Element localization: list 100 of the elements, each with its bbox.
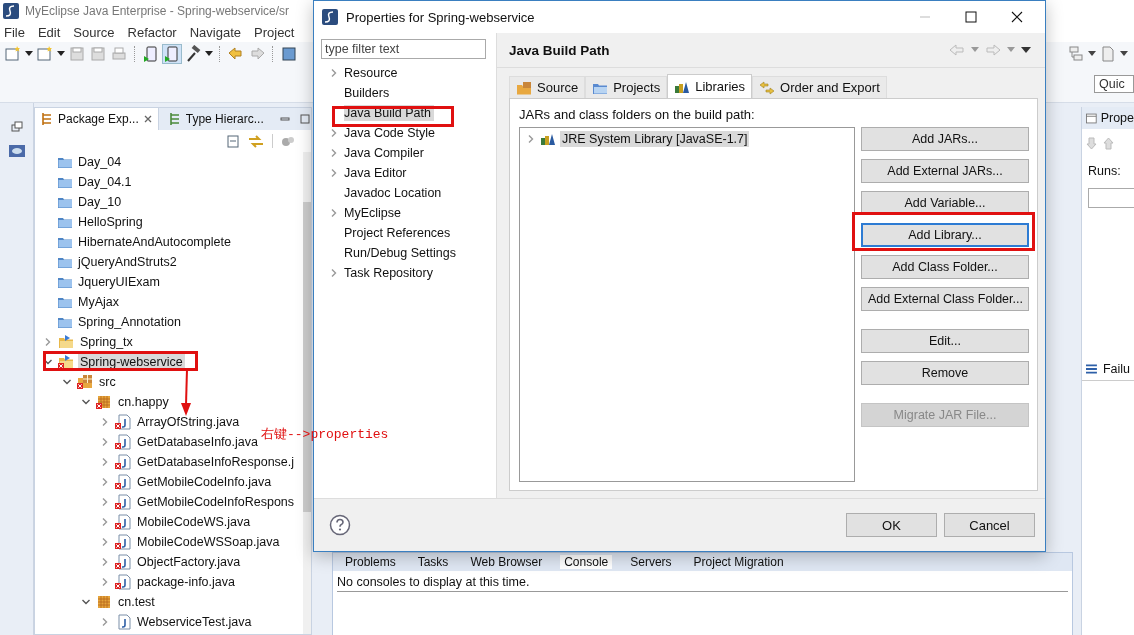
category-item[interactable]: MyEclipse (344, 205, 404, 221)
tree-item[interactable]: GetDatabaseInfoResponse.j (135, 454, 297, 470)
tree-item[interactable]: MobileCodeWS.java (135, 514, 253, 530)
expand-chevron-icon[interactable] (100, 437, 110, 447)
dialog-button[interactable]: OK (846, 513, 937, 537)
menu-item[interactable]: Navigate (189, 24, 241, 40)
expand-chevron-icon[interactable] (100, 617, 110, 627)
page-tab[interactable]: Projects (585, 76, 668, 98)
dropdown-caret-icon[interactable] (205, 51, 213, 57)
tree-item[interactable]: JqueryUIExam (76, 274, 162, 290)
view-tab[interactable]: Web Browser (466, 555, 547, 569)
dropdown-caret-icon[interactable] (1088, 51, 1096, 57)
collapse-chevron-icon[interactable] (62, 377, 72, 387)
tree-item[interactable]: Spring_tx (78, 334, 135, 350)
action-button[interactable]: Add Class Folder... (861, 255, 1029, 279)
menu-item[interactable]: Source (73, 24, 115, 40)
view-tab[interactable]: Console (560, 555, 613, 569)
tree-item[interactable]: GetMobileCodeInfo.java (135, 474, 274, 490)
category-item[interactable]: Resource (344, 65, 401, 81)
tree-item[interactable]: GetMobileCodeInfoRespons (135, 494, 297, 510)
tree-item[interactable]: Spring_Annotation (76, 314, 183, 330)
expand-chevron-icon[interactable] (100, 557, 110, 567)
back-arrow-icon[interactable] (949, 44, 965, 56)
category-item[interactable]: Run/Debug Settings (344, 245, 459, 261)
phone-icon[interactable] (142, 45, 160, 63)
menu-item[interactable]: Refactor (127, 24, 177, 40)
tree-item[interactable]: cn.happy (116, 394, 171, 410)
view-tab[interactable]: Servers (626, 555, 676, 569)
tree-item[interactable]: ObjectFactory.java (135, 554, 243, 570)
expand-chevron-icon[interactable] (329, 128, 339, 138)
expand-chevron-icon[interactable] (100, 537, 110, 547)
tree-item[interactable]: src (97, 374, 118, 390)
expand-chevron-icon[interactable] (100, 477, 110, 487)
quick-access-field[interactable]: Quic (1094, 75, 1134, 93)
menu-item[interactable]: Edit (37, 24, 61, 40)
tree-item[interactable]: GetDatabaseInfo.java (135, 434, 260, 450)
category-item[interactable]: Javadoc Location (344, 185, 445, 201)
hammer-icon[interactable] (184, 45, 202, 63)
print-icon[interactable] (110, 45, 128, 63)
action-button[interactable]: Add External JARs... (861, 159, 1029, 183)
tab-label[interactable]: Failu (1102, 362, 1130, 376)
action-button[interactable]: Edit... (861, 329, 1029, 353)
expand-chevron-icon[interactable] (329, 268, 339, 278)
page-tab[interactable]: Order and Export (752, 76, 887, 98)
category-item[interactable]: Task Repository (344, 265, 436, 281)
tree-item[interactable]: Day_04.1 (76, 174, 134, 190)
action-button[interactable]: Add Library... (861, 223, 1029, 247)
runs-field[interactable] (1088, 188, 1134, 208)
category-item[interactable]: Java Editor (344, 165, 410, 181)
tree-item[interactable]: MobileCodeWSSoap.java (135, 534, 282, 550)
dropdown-caret-icon[interactable] (1120, 51, 1128, 57)
category-item[interactable]: Builders (344, 85, 393, 101)
collapse-chevron-icon[interactable] (81, 397, 91, 407)
forward-arrow-icon[interactable] (985, 44, 1001, 56)
category-item[interactable]: Project References (344, 225, 454, 241)
tree-item[interactable]: HelloSpring (76, 214, 145, 230)
dialog-button[interactable]: Cancel (944, 513, 1035, 537)
view-tab[interactable]: Package Exp... (35, 108, 159, 130)
dropdown-caret-icon[interactable] (57, 51, 65, 57)
close-icon[interactable] (1011, 11, 1023, 23)
expand-chevron-icon[interactable] (100, 457, 110, 467)
collapse-all-icon[interactable] (227, 134, 240, 148)
expand-chevron-icon[interactable] (100, 517, 110, 527)
expand-chevron-icon[interactable] (329, 168, 339, 178)
page-tab[interactable]: Source (509, 76, 586, 98)
collapse-chevron-icon[interactable] (43, 357, 53, 367)
down-arrow-icon[interactable] (1086, 137, 1097, 150)
menu-item[interactable]: Project (254, 24, 295, 40)
menu-item[interactable]: File (4, 24, 25, 40)
expand-chevron-icon[interactable] (329, 148, 339, 158)
action-button[interactable]: Add External Class Folder... (861, 287, 1029, 311)
category-item[interactable]: Java Compiler (344, 145, 427, 161)
expand-chevron-icon[interactable] (43, 337, 53, 347)
restore-icon[interactable] (10, 121, 23, 133)
view-menu-icon[interactable] (1021, 46, 1031, 54)
action-button[interactable]: Remove (861, 361, 1029, 385)
view-tab[interactable]: Tasks (413, 555, 453, 569)
expand-chevron-icon[interactable] (329, 68, 339, 78)
expand-chevron-icon[interactable] (100, 577, 110, 587)
box-icon[interactable] (280, 45, 298, 63)
expand-chevron-icon[interactable] (100, 497, 110, 507)
action-button[interactable]: Add JARs... (861, 127, 1029, 151)
filter-field[interactable]: type filter text (321, 39, 486, 59)
view-tab[interactable]: Type Hierarc... (162, 108, 270, 130)
dropdown-caret-icon[interactable] (25, 51, 33, 57)
up-arrow-icon[interactable] (1103, 137, 1114, 150)
action-button[interactable]: Add Variable... (861, 191, 1029, 215)
view-tab[interactable]: Problems (341, 555, 400, 569)
expand-chevron-icon[interactable] (100, 417, 110, 427)
library-entry[interactable]: JRE System Library [JavaSE-1.7] (560, 131, 750, 147)
eye-icon[interactable] (8, 145, 25, 157)
maximize-icon[interactable] (299, 114, 310, 124)
tree-item[interactable]: jQueryAndStruts2 (76, 254, 179, 270)
expand-chevron-icon[interactable] (329, 208, 339, 218)
tree-item[interactable]: package-info.java (135, 574, 237, 590)
tree-item[interactable]: HibernateAndAutocomplete (76, 234, 233, 250)
tree-item[interactable]: WebserviceTest.java (135, 614, 254, 630)
category-item[interactable]: Java Code Style (344, 125, 439, 141)
tree-item[interactable]: ArrayOfString.java (135, 414, 242, 430)
view-tab[interactable]: Project Migration (689, 555, 788, 569)
